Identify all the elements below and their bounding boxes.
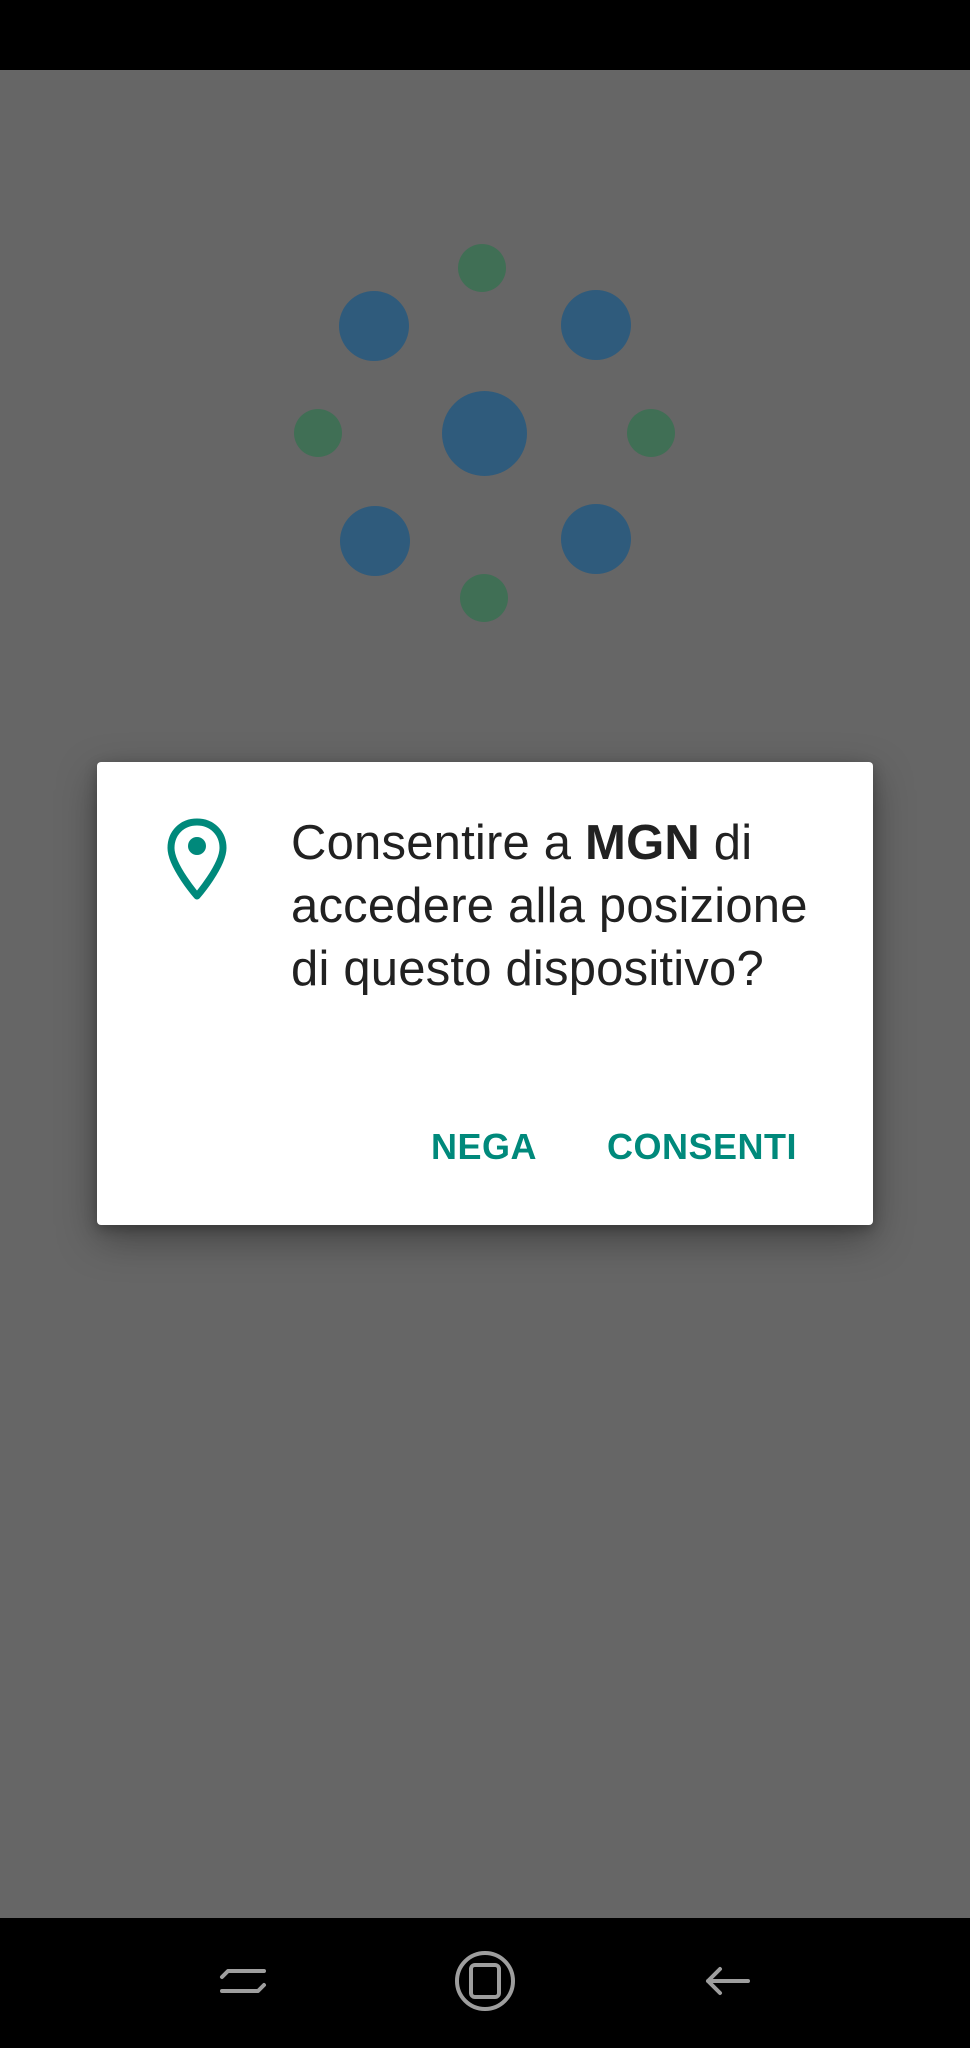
location-pin-icon: [167, 818, 227, 902]
recents-icon: [218, 1961, 268, 2006]
logo-dot: [627, 409, 675, 457]
status-bar: [0, 0, 970, 70]
logo-dot: [561, 290, 631, 360]
screen: Consentire a MGN di accedere alla posizi…: [0, 0, 970, 2048]
deny-button[interactable]: NEGA: [431, 1126, 537, 1168]
logo-dot: [458, 244, 506, 292]
app-background: Consentire a MGN di accedere alla posizi…: [0, 70, 970, 1918]
logo-center-dot: [442, 391, 527, 476]
navigation-bar: [0, 1918, 970, 2048]
allow-button[interactable]: CONSENTI: [607, 1126, 797, 1168]
back-icon: [702, 1961, 752, 2006]
home-icon: [453, 1949, 517, 2018]
logo-dot: [340, 506, 410, 576]
message-prefix: Consentire a: [291, 816, 586, 870]
recents-button[interactable]: [198, 1938, 288, 2028]
back-button[interactable]: [682, 1938, 772, 2028]
loading-logo: [0, 70, 970, 770]
logo-dot: [294, 409, 342, 457]
dialog-actions: NEGA CONSENTI: [431, 1126, 797, 1168]
dialog-message: Consentire a MGN di accedere alla posizi…: [291, 812, 831, 1001]
logo-dot: [561, 504, 631, 574]
home-button[interactable]: [440, 1938, 530, 2028]
logo-dot: [339, 291, 409, 361]
logo-dot: [460, 574, 508, 622]
app-name: MGN: [585, 816, 700, 870]
permission-dialog: Consentire a MGN di accedere alla posizi…: [97, 762, 873, 1225]
